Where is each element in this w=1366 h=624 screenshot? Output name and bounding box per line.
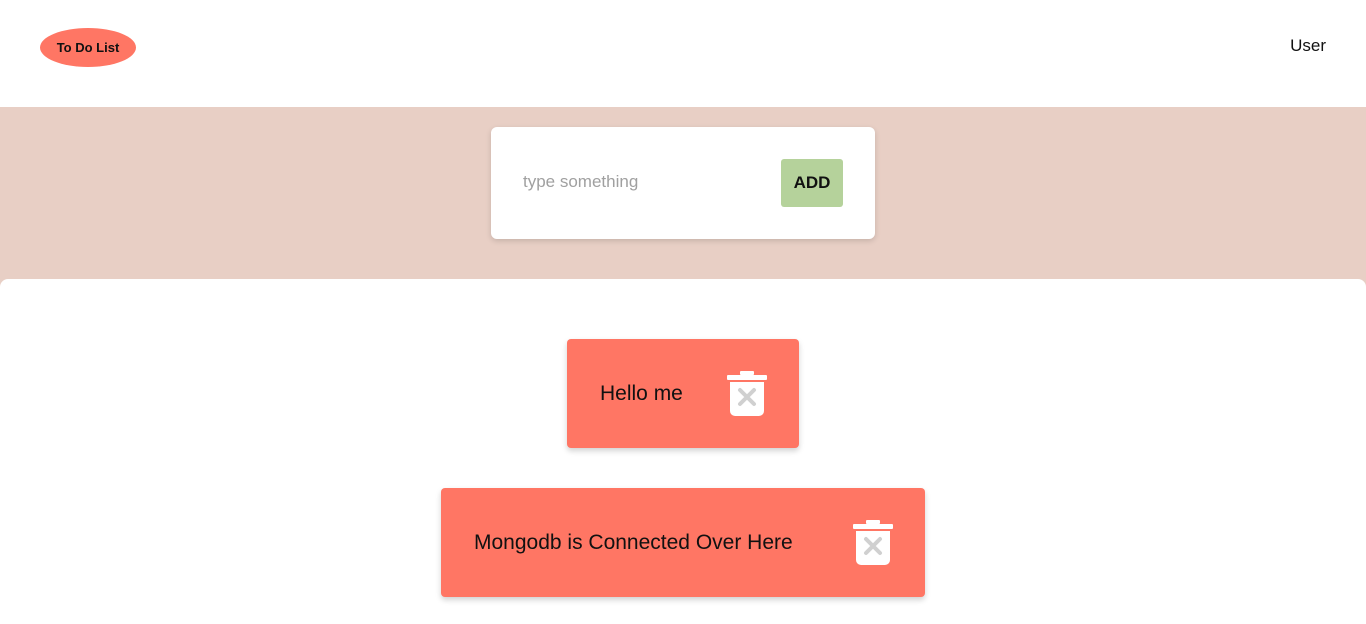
logo[interactable]: To Do List [40,28,136,67]
add-button[interactable]: ADD [781,159,843,207]
todo-text: Hello me [600,381,683,405]
todo-text: Mongodb is Connected Over Here [474,530,793,554]
logo-text: To Do List [56,40,120,55]
todo-item: Mongodb is Connected Over Here [441,488,925,597]
trash-x-icon[interactable] [853,520,893,566]
todo-item: Hello me [567,339,799,448]
trash-x-icon[interactable] [727,371,767,417]
navbar: To Do List User [0,0,1366,107]
task-input[interactable] [523,165,753,199]
user-link[interactable]: User [1290,36,1326,56]
input-card: ADD [491,127,875,239]
